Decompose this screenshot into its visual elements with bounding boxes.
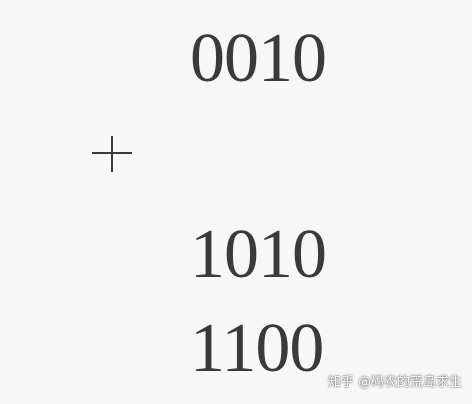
operand-second: 1010 [190, 216, 327, 293]
watermark: 知乎 @码农的荒岛求生 [327, 375, 462, 390]
plus-vertical-stroke [111, 136, 113, 172]
operand-first: 0010 [190, 20, 327, 97]
sum-result: 1100 [190, 310, 324, 387]
plus-icon [92, 136, 132, 172]
